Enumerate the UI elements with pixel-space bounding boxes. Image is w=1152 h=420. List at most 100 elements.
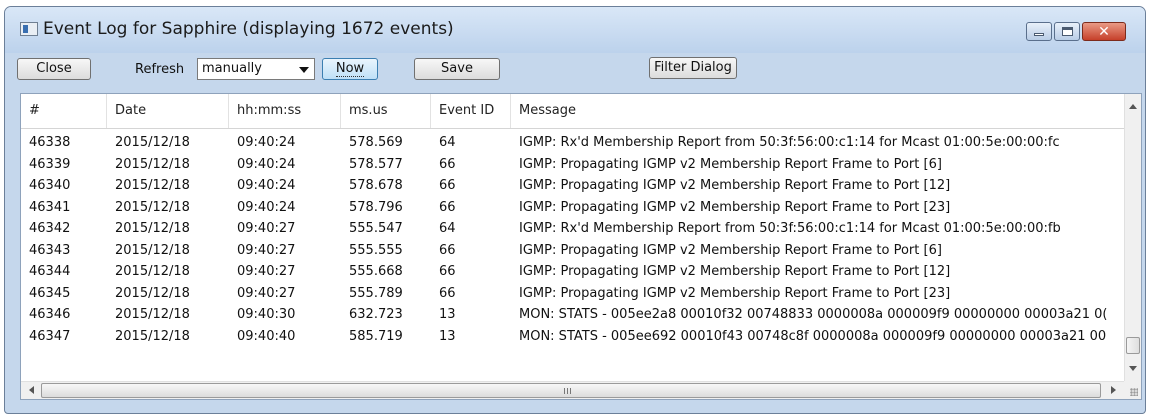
date-cell: 2015/12/18 [115,135,190,150]
column-header-date[interactable]: Date [107,94,229,128]
msus-cell: 555.555 [349,242,403,258]
event-list[interactable]: # Date hh:mm:ss ms.us Event ID Message 4… [20,93,1142,400]
event-list-body: # Date hh:mm:ss ms.us Event ID Message 4… [21,94,1124,381]
event-number-cell: 46341 [29,199,71,215]
event-id-cell: 66 [439,242,456,258]
event-number-cell: 46338 [29,135,71,150]
msus-cell: 632.723 [349,307,403,322]
message-cell: IGMP: Propagating IGMP v2 Membership Rep… [519,285,951,301]
size-grip-icon[interactable] [1124,381,1141,399]
table-row[interactable]: 46338 2015/12/18 09:40:24 578.569 64 IGMP: Rx… [21,132,1124,154]
date-cell: 2015/12/18 [115,156,190,172]
table-row[interactable]: 46343 2015/12/18 09:40:27 555.555 66 IGMP: Pr… [21,240,1124,262]
event-number-cell: 46345 [29,285,71,301]
now-button-label: Now [335,61,365,77]
time-cell: 09:40:27 [237,264,296,279]
table-row[interactable]: 46345 2015/12/18 09:40:27 555.789 66 IGMP: Pr… [21,283,1124,305]
table-row[interactable]: 46344 2015/12/18 09:40:27 555.668 66 IGMP: Pr… [21,261,1124,283]
message-cell: MON: STATS - 005ee692 00010f43 00748c8f … [519,328,1107,344]
column-header-message[interactable]: Message [511,94,1124,128]
time-cell: 09:40:24 [237,156,296,172]
table-row[interactable]: 46341 2015/12/18 09:40:24 578.796 66 IGMP: Pr… [21,197,1124,219]
scroll-right-arrow-icon[interactable] [1111,386,1116,394]
message-cell: IGMP: Rx'd Membership Report from 50:3f:… [519,135,1060,150]
message-cell: IGMP: Propagating IGMP v2 Membership Rep… [519,242,942,258]
scroll-up-arrow-icon[interactable] [1129,104,1137,109]
vertical-scrollbar[interactable] [1124,94,1141,381]
message-cell: MON: STATS - 005ee2a8 00010f32 00748833 … [519,307,1108,322]
refresh-label: Refresh [135,62,185,77]
date-cell: 2015/12/18 [115,328,190,344]
column-header-event-id[interactable]: Event ID [431,94,511,128]
table-rows: 46338 2015/12/18 09:40:24 578.569 64 IGMP: Rx… [21,132,1124,347]
refresh-dropdown[interactable]: manually [197,58,315,80]
time-cell: 09:40:40 [237,328,296,344]
date-cell: 2015/12/18 [115,178,190,193]
event-id-cell: 66 [439,156,456,172]
event-number-cell: 46346 [29,307,71,322]
date-cell: 2015/12/18 [115,199,190,215]
event-number-cell: 46344 [29,264,71,279]
msus-cell: 555.789 [349,285,403,301]
chevron-down-icon [299,67,309,73]
time-cell: 09:40:24 [237,135,296,150]
message-cell: IGMP: Propagating IGMP v2 Membership Rep… [519,178,951,193]
event-number-cell: 46343 [29,242,71,258]
msus-cell: 578.569 [349,135,403,150]
table-row[interactable]: 46339 2015/12/18 09:40:24 578.577 66 IGMP: Pr… [21,154,1124,176]
refresh-dropdown-value: manually [202,61,262,76]
time-cell: 09:40:24 [237,199,296,215]
msus-cell: 555.668 [349,264,403,279]
column-header-time[interactable]: hh:mm:ss [229,94,341,128]
event-number-cell: 46342 [29,221,71,236]
now-button[interactable]: Now [322,58,378,80]
toolbar: Close Refresh manually Now Save Filter D… [5,7,1145,87]
column-header-msus[interactable]: ms.us [341,94,431,128]
table-row[interactable]: 46347 2015/12/18 09:40:40 585.719 13 MON: STA… [21,326,1124,348]
event-id-cell: 66 [439,264,456,279]
message-cell: IGMP: Propagating IGMP v2 Membership Rep… [519,156,942,172]
event-id-cell: 64 [439,135,456,150]
event-id-cell: 64 [439,221,456,236]
event-number-cell: 46339 [29,156,71,172]
table-row[interactable]: 46346 2015/12/18 09:40:30 632.723 13 MON: STA… [21,304,1124,326]
msus-cell: 578.577 [349,156,403,172]
event-log-window: Event Log for Sapphire (displaying 1672 … [4,6,1146,414]
time-cell: 09:40:24 [237,178,296,193]
msus-cell: 555.547 [349,221,403,236]
date-cell: 2015/12/18 [115,242,190,258]
table-row[interactable]: 46340 2015/12/18 09:40:24 578.678 66 IGMP: Pr… [21,175,1124,197]
event-number-cell: 46347 [29,328,71,344]
time-cell: 09:40:27 [237,221,296,236]
vertical-scroll-thumb[interactable] [1126,337,1140,355]
date-cell: 2015/12/18 [115,285,190,301]
column-header-number[interactable]: # [21,94,107,128]
date-cell: 2015/12/18 [115,221,190,236]
horizontal-scrollbar[interactable] [21,381,1124,399]
date-cell: 2015/12/18 [115,264,190,279]
close-button[interactable]: Close [17,58,91,80]
time-cell: 09:40:27 [237,285,296,301]
message-cell: IGMP: Propagating IGMP v2 Membership Rep… [519,199,951,215]
table-row[interactable]: 46342 2015/12/18 09:40:27 555.547 64 IGMP: Rx… [21,218,1124,240]
event-id-cell: 66 [439,199,456,215]
message-cell: IGMP: Rx'd Membership Report from 50:3f:… [519,221,1061,236]
event-id-cell: 66 [439,285,456,301]
save-button[interactable]: Save [414,58,500,80]
table-header: # Date hh:mm:ss ms.us Event ID Message [21,94,1124,129]
horizontal-scroll-thumb[interactable] [41,383,1101,398]
msus-cell: 578.796 [349,199,403,215]
time-cell: 09:40:27 [237,242,296,258]
event-id-cell: 66 [439,178,456,193]
event-id-cell: 13 [439,307,456,322]
event-number-cell: 46340 [29,178,71,193]
filter-dialog-button[interactable]: Filter Dialog [649,57,737,79]
scroll-down-arrow-icon[interactable] [1129,366,1137,371]
msus-cell: 578.678 [349,178,403,193]
grip-icon [564,388,572,394]
msus-cell: 585.719 [349,328,403,344]
date-cell: 2015/12/18 [115,307,190,322]
time-cell: 09:40:30 [237,307,296,322]
event-id-cell: 13 [439,328,456,344]
scroll-left-arrow-icon[interactable] [29,386,34,394]
